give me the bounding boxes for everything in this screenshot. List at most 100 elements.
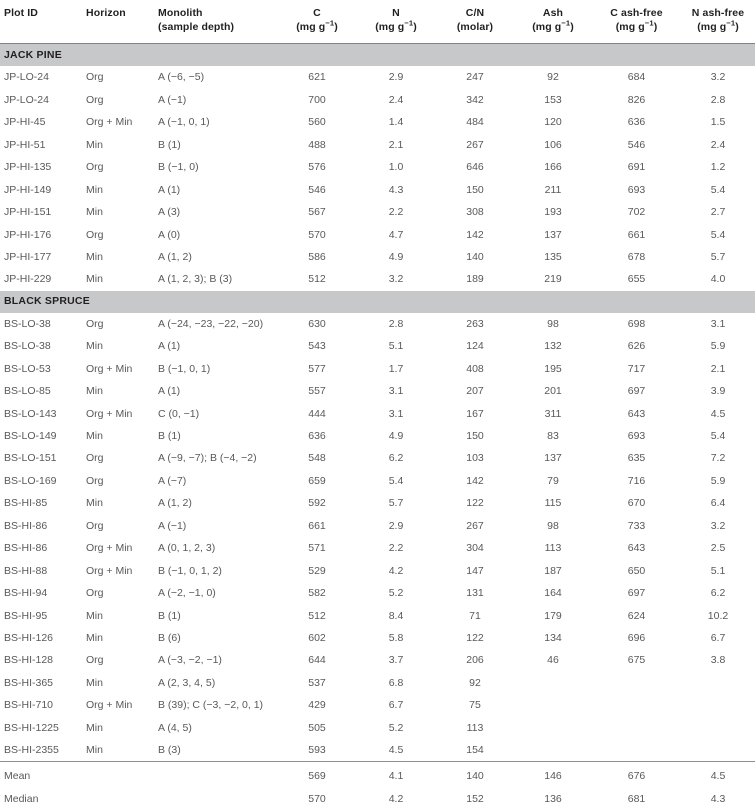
summary-row: Mean 569 4.1 140 146 676 4.5 <box>0 761 755 788</box>
cell-n: 8.4 <box>388 609 404 622</box>
table-row: BS-LO-53 Org + Min B (−1, 0, 1) 577 1.7 408 19… <box>0 358 755 380</box>
column-header-monolith: Monolith (sample depth) <box>154 0 278 45</box>
cell-c-ashfree <box>592 739 681 762</box>
column-header-monolith-unit: (sample depth) <box>158 20 235 33</box>
column-header-c-ash-free-unit: (mg g−1) <box>615 18 658 33</box>
cell-ash: 193 <box>544 206 562 219</box>
cell-horizon: Org <box>86 317 104 330</box>
table-row: BS-LO-169 Org A (−7) 659 5.4 142 79 716 5.9 <box>0 470 755 492</box>
table-row: JP-HI-135 Org B (−1, 0) 576 1.0 646 166 691 1.2 <box>0 156 755 178</box>
cell-ash: 137 <box>544 452 562 465</box>
cell-n: 5.8 <box>388 631 404 644</box>
cell-n: 6.7 <box>388 699 404 712</box>
section-title: JACK PINE <box>0 43 755 67</box>
cell-c: 444 <box>308 407 326 420</box>
table-row: BS-LO-151 Org A (−9, −7); B (−4, −2) 548 6.2… <box>0 447 755 469</box>
cell-c-ashfree: 693 <box>627 430 646 443</box>
column-header-horizon: Horizon <box>82 0 154 45</box>
cell-plot-id: BS-LO-53 <box>4 362 51 375</box>
cell-horizon: Org + Min <box>86 542 133 555</box>
column-header-horizon-label: Horizon <box>86 7 126 19</box>
cell-ash: 113 <box>544 542 562 555</box>
cell-horizon: Min <box>86 340 103 353</box>
cell-ash: 98 <box>547 317 559 330</box>
cell-n-ashfree: 7.2 <box>710 452 726 465</box>
table-row: BS-LO-38 Org A (−24, −23, −22, −20) 630 2.8 2… <box>0 313 755 335</box>
cell-c: 570 <box>308 228 326 241</box>
cell-plot-id: BS-HI-85 <box>4 497 48 510</box>
cell-n-ashfree: 10.2 <box>707 609 729 622</box>
cell-cn: 646 <box>466 161 484 174</box>
cell-n-ashfree: 2.4 <box>710 138 726 151</box>
cell-ash <box>514 672 592 694</box>
table-row: JP-LO-24 Org A (−1) 700 2.4 342 153 826 2.8 <box>0 89 755 111</box>
cell-monolith: A (1) <box>158 385 181 398</box>
cell-ash: 187 <box>544 564 562 577</box>
cell-cn: 167 <box>466 407 484 420</box>
column-header-plot-id: Plot ID <box>0 0 82 45</box>
cell-c: 505 <box>308 721 326 734</box>
cell-n-ashfree: 5.4 <box>710 183 726 196</box>
cell-c-ashfree: 826 <box>627 93 646 106</box>
cell-n-ashfree: 2.5 <box>710 542 726 555</box>
cell-c-ashfree: 675 <box>627 654 646 667</box>
cell-ash: 46 <box>547 654 559 667</box>
cell-n-ashfree: 4.0 <box>710 273 726 286</box>
cell-monolith: A (0, 1, 2, 3) <box>158 542 216 555</box>
column-header-n-ash-free-unit: (mg g−1) <box>697 18 739 33</box>
cell-ash: 83 <box>547 430 559 443</box>
cell-horizon: Org <box>86 161 104 174</box>
column-header-plot-id-label: Plot ID <box>4 7 38 19</box>
column-header-cn: C/N (molar) <box>436 0 514 45</box>
cell-plot-id: BS-LO-151 <box>4 452 57 465</box>
table-row: BS-HI-86 Org A (−1) 661 2.9 267 98 733 3.2 <box>0 515 755 537</box>
section-title: BLACK SPRUCE <box>0 290 755 313</box>
cell-plot-id: JP-HI-135 <box>4 161 52 174</box>
cell-n: 3.2 <box>388 273 404 286</box>
table-row: BS-HI-126 Min B (6) 602 5.8 122 134 696 6.7 <box>0 627 755 649</box>
cell-c: 630 <box>308 317 326 330</box>
cell-monolith: A (−6, −5) <box>158 71 205 84</box>
cell-c-ashfree: 697 <box>627 587 646 600</box>
cell-ash: 98 <box>547 519 559 532</box>
table-row: BS-HI-128 Org A (−3, −2, −1) 644 3.7 206 46 675… <box>0 649 755 671</box>
cell-horizon: Min <box>86 497 103 510</box>
cell-plot-id: JP-LO-24 <box>4 71 49 84</box>
cell-horizon: Org + Min <box>86 116 133 129</box>
cell-n: 4.1 <box>356 761 436 788</box>
cell-monolith: A (−1) <box>158 93 187 106</box>
cell-horizon: Min <box>86 744 103 757</box>
cell-plot-id: BS-LO-38 <box>4 317 51 330</box>
cell-n-ashfree: 5.1 <box>710 564 726 577</box>
cell-monolith: A (1, 2, 3); B (3) <box>158 273 233 286</box>
cell-n-ashfree: 5.9 <box>710 474 726 487</box>
cell-plot-id: BS-HI-710 <box>4 699 54 712</box>
cell-n: 5.7 <box>388 497 404 510</box>
cell-n-ashfree: 3.1 <box>710 317 726 330</box>
cell-c-ashfree: 676 <box>592 761 681 788</box>
table-row: BS-HI-88 Org + Min B (−1, 0, 1, 2) 529 4.2 14… <box>0 559 755 581</box>
cell-cn: 131 <box>466 587 484 600</box>
cell-n-ashfree <box>681 739 755 762</box>
cell-cn: 308 <box>466 206 484 219</box>
column-header-c: C (mg g−1) <box>278 0 356 45</box>
cell-monolith: A (−9, −7); B (−4, −2) <box>158 452 257 465</box>
cell-c-ashfree: 698 <box>627 317 646 330</box>
cell-monolith: A (−1) <box>158 519 187 532</box>
cell-plot-id: BS-HI-86 <box>4 519 48 532</box>
cell-monolith: A (3) <box>158 206 181 219</box>
cell-ash: 211 <box>544 183 562 196</box>
table-row: BS-HI-85 Min A (1, 2) 592 5.7 122 115 670 6.4 <box>0 492 755 514</box>
cell-n: 2.2 <box>388 542 404 555</box>
table-row: BS-HI-94 Org A (−2, −1, 0) 582 5.2 131 164 697 6… <box>0 582 755 604</box>
cell-n-ashfree <box>681 672 755 694</box>
cell-c-ashfree: 697 <box>627 385 646 398</box>
cell-ash: 120 <box>544 116 562 129</box>
table-row: JP-LO-24 Org A (−6, −5) 621 2.9 247 92 684 3.2 <box>0 66 755 88</box>
cell-plot-id: BS-HI-1225 <box>4 721 59 734</box>
cell-c: 593 <box>308 744 326 757</box>
cell-c-ashfree <box>592 672 681 694</box>
cell-n: 2.9 <box>388 71 404 84</box>
cell-monolith: A (−1, 0, 1) <box>158 116 210 129</box>
cell-n-ashfree: 6.7 <box>710 631 726 644</box>
